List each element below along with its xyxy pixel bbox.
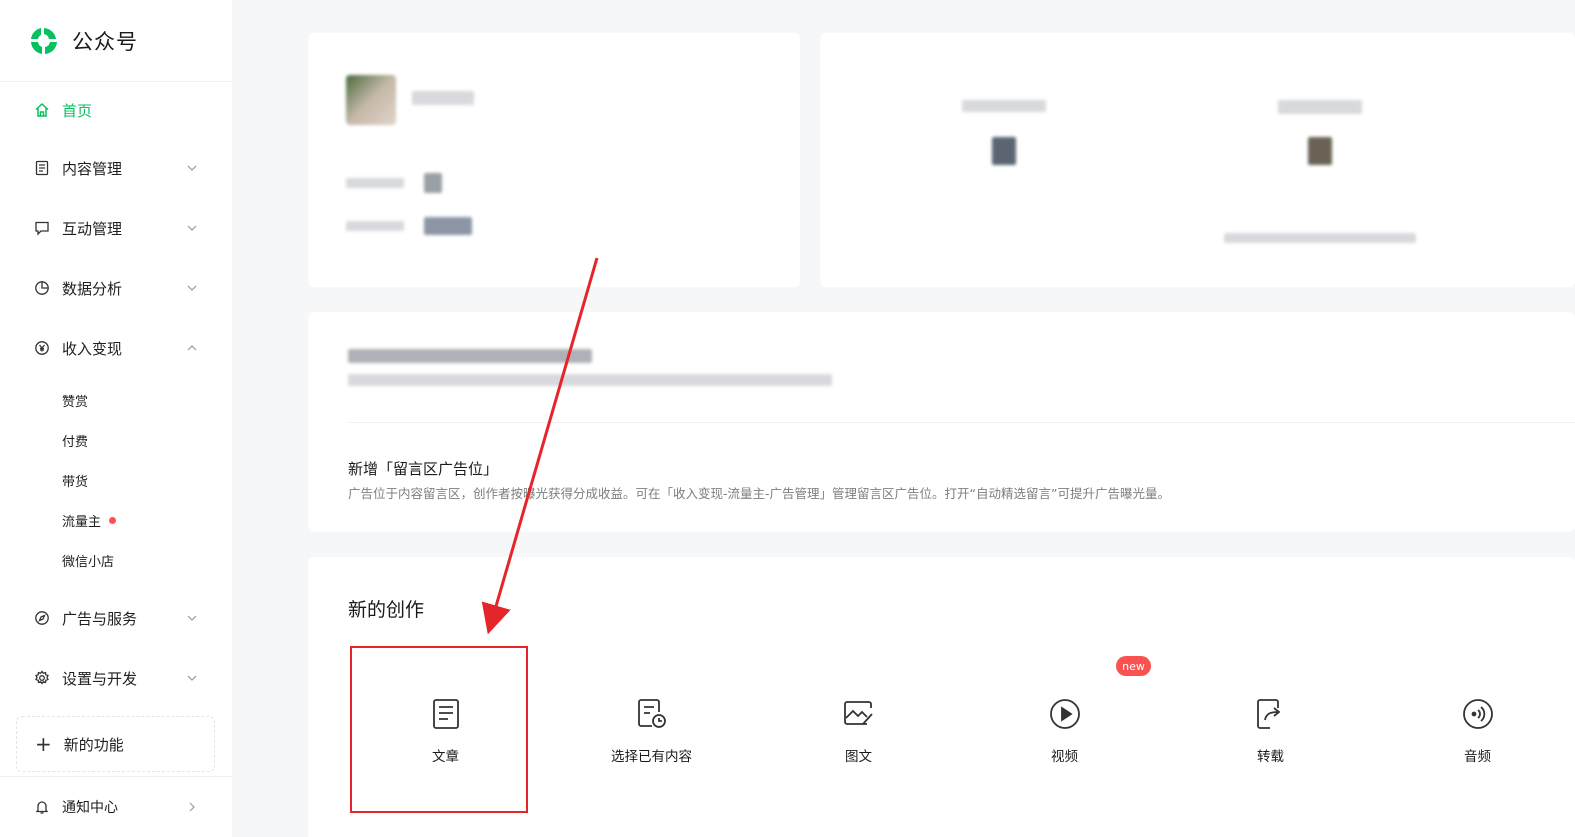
create-repost-button[interactable]: 转载: [1182, 647, 1359, 813]
sidebar-item-label: 内容管理: [62, 159, 123, 178]
sidebar-item-analytics[interactable]: 数据分析: [0, 258, 232, 318]
article-icon: [429, 697, 463, 731]
notice-description: 广告位于内容留言区，创作者按曝光获得分成收益。可在「收入变现-流量主-广告管理」…: [348, 486, 1170, 501]
chat-icon: [34, 220, 50, 236]
sidebar-item-home[interactable]: 首页: [0, 82, 232, 138]
create-item-label: 音频: [1464, 749, 1491, 765]
repost-icon: [1254, 697, 1288, 731]
chevron-down-icon: [186, 220, 198, 232]
create-audio-button[interactable]: 音频: [1389, 647, 1566, 813]
info-value-redacted: [424, 217, 472, 235]
wechat-official-logo-icon: [28, 25, 60, 57]
info-label-redacted: [346, 178, 404, 188]
plus-icon: +: [35, 732, 52, 756]
compass-icon: [34, 610, 50, 626]
new-badge: new: [1116, 656, 1151, 676]
announcement-headline-redacted: [348, 349, 592, 363]
create-item-label: 转载: [1257, 749, 1284, 765]
stat-label-redacted: [962, 100, 1046, 112]
chevron-down-icon: [186, 670, 198, 682]
notice-title: 新增「留言区广告位」: [348, 460, 499, 478]
create-item-label: 选择已有内容: [611, 749, 692, 765]
account-name-redacted: [412, 91, 474, 105]
sidebar-subitem-wechat-shop[interactable]: 微信小店: [0, 540, 232, 580]
pie-chart-icon: [34, 280, 50, 296]
app-title: 公众号: [72, 29, 138, 54]
bell-icon: [34, 799, 50, 815]
create-item-label: 图文: [845, 749, 872, 765]
sidebar-subitem-traffic-owner[interactable]: 流量主: [0, 500, 232, 540]
sidebar-item-label: 数据分析: [62, 279, 123, 298]
stat-value-redacted: [1308, 137, 1332, 165]
subitem-label: 付费: [62, 434, 89, 450]
notification-dot: [109, 516, 117, 524]
sidebar-item-label: 互动管理: [62, 219, 123, 238]
monetization-submenu: 赞赏 付费 带货 流量主 微信小店: [0, 380, 232, 580]
avatar: [346, 75, 396, 125]
new-features-button[interactable]: + 新的功能: [16, 716, 215, 772]
sidebar-item-monetization[interactable]: 收入变现: [0, 318, 232, 378]
chevron-right-icon: [186, 801, 198, 813]
sidebar-item-label: 广告与服务: [62, 609, 138, 628]
info-label-redacted: [346, 221, 404, 231]
create-image-text-button[interactable]: 图文: [770, 647, 947, 813]
home-icon: [34, 102, 50, 118]
announcement-body-redacted: [348, 374, 832, 386]
sidebar-item-content[interactable]: 内容管理: [0, 138, 232, 198]
subitem-label: 带货: [62, 474, 89, 490]
subitem-label: 微信小店: [62, 554, 115, 570]
sidebar-item-ads-services[interactable]: 广告与服务: [0, 588, 232, 648]
create-item-label: 文章: [432, 749, 459, 765]
stat-label-redacted: [1278, 100, 1362, 114]
subitem-label: 流量主: [62, 514, 102, 530]
divider: [348, 422, 1575, 423]
subitem-label: 赞赏: [62, 394, 89, 410]
document-icon: [34, 160, 50, 176]
create-article-button[interactable]: 文章: [357, 647, 534, 813]
image-text-icon: [842, 697, 876, 731]
sidebar-subitem-paid[interactable]: 付费: [0, 420, 232, 460]
sidebar-subitem-reward[interactable]: 赞赏: [0, 380, 232, 420]
video-play-icon: [1048, 697, 1082, 731]
info-value-redacted: [424, 173, 442, 193]
sidebar-nav: 首页 内容管理 互动管理 数据分析 收入变现: [0, 82, 232, 378]
create-item-label: 视频: [1051, 749, 1078, 765]
sidebar: 公众号 首页 内容管理 互动管理 数据分析 收入变现 赞赏 付费 带货 流量主 …: [0, 0, 232, 837]
sidebar-subitem-commerce[interactable]: 带货: [0, 460, 232, 500]
notification-center-label: 通知中心: [62, 800, 118, 816]
announcement-card: 新增「留言区广告位」 广告位于内容留言区，创作者按曝光获得分成收益。可在「收入变…: [308, 312, 1575, 532]
audio-icon: [1461, 697, 1495, 731]
stats-card: [820, 33, 1575, 287]
chevron-down-icon: [186, 280, 198, 292]
gear-icon: [34, 670, 50, 686]
logo[interactable]: 公众号: [0, 0, 232, 82]
sidebar-item-interaction[interactable]: 互动管理: [0, 198, 232, 258]
sidebar-nav-lower: 广告与服务 设置与开发: [0, 588, 232, 708]
chevron-down-icon: [186, 610, 198, 622]
sidebar-item-label: 设置与开发: [62, 669, 138, 688]
existing-content-icon: [635, 697, 669, 731]
yen-icon: [34, 340, 50, 356]
chevron-up-icon: [186, 340, 198, 352]
sidebar-item-settings[interactable]: 设置与开发: [0, 648, 232, 708]
create-existing-content-button[interactable]: 选择已有内容: [563, 647, 740, 813]
chevron-down-icon: [186, 160, 198, 172]
stat-footnote-redacted: [1224, 233, 1416, 243]
section-title: 新的创作: [348, 599, 425, 621]
sidebar-item-label: 收入变现: [62, 339, 123, 358]
new-features-label: 新的功能: [63, 735, 124, 754]
account-info-card: [308, 33, 800, 287]
stat-value-redacted: [992, 137, 1016, 165]
new-creation-card: 新的创作 文章 选择已有内容 图文 视频 转载 音频: [308, 557, 1575, 837]
notification-center-link[interactable]: 通知中心: [0, 776, 232, 837]
sidebar-item-label: 首页: [62, 101, 93, 120]
